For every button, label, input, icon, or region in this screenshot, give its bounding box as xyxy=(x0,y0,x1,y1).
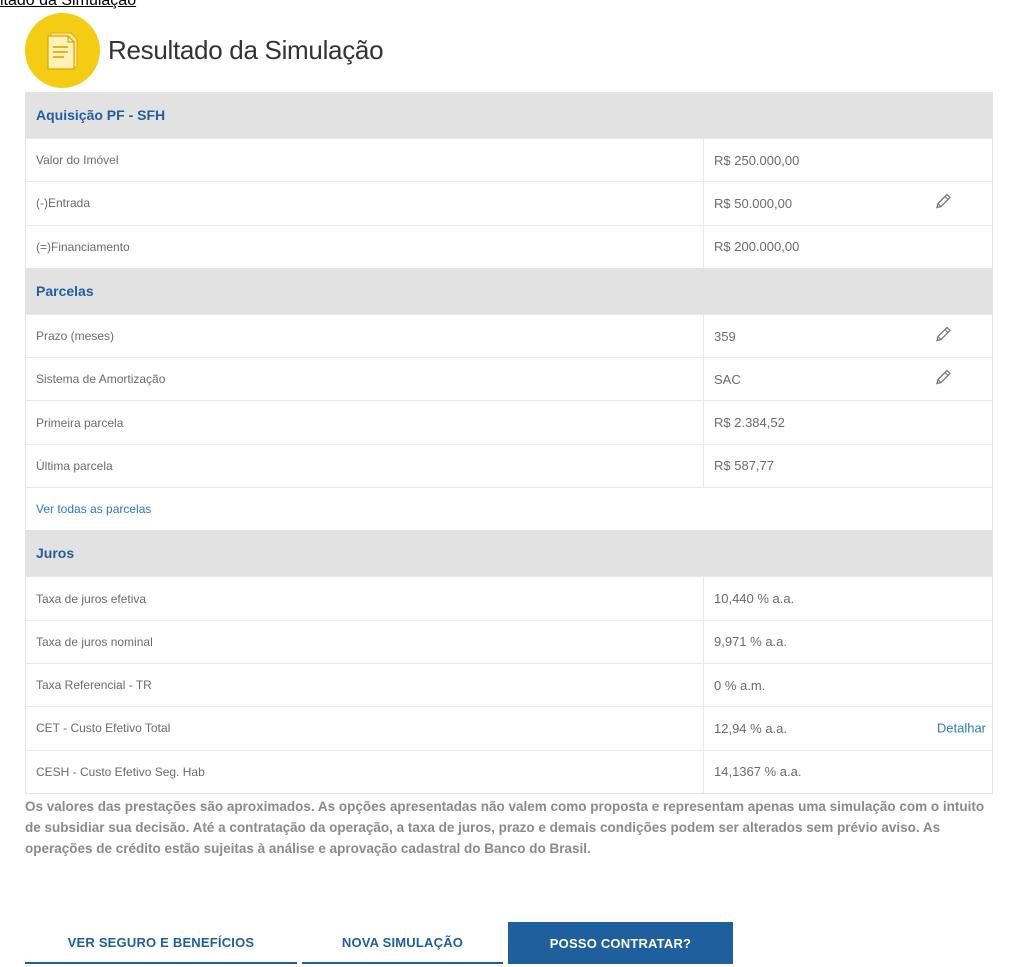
edit-entrada-pencil-icon[interactable] xyxy=(934,193,952,214)
value-text: 10,440 % a.a. xyxy=(714,591,795,607)
ver-seguro-button[interactable]: VER SEGURO E BENEFÍCIOS xyxy=(25,922,297,964)
row-label: Taxa de juros nominal xyxy=(26,620,704,663)
row-value: R$ 50.000,00 xyxy=(704,182,992,224)
row-label: (-)Entrada xyxy=(26,182,704,225)
posso-contratar-button[interactable]: POSSO CONTRATAR? xyxy=(508,922,733,964)
row-value: R$ 2.384,52 xyxy=(704,401,992,443)
ver-parcelas-link[interactable]: Ver todas as parcelas xyxy=(26,487,992,530)
table-row: Taxa de juros nominal 9,971 % a.a. xyxy=(26,619,992,663)
section-header-aquisicao: Aquisição PF - SFH xyxy=(26,92,992,138)
table-row: Primeira parcela R$ 2.384,52 xyxy=(26,400,992,444)
row-label: Valor do Imóvel xyxy=(26,139,704,182)
table-row: Valor do Imóvel R$ 250.000,00 xyxy=(26,138,992,182)
nova-simulacao-button[interactable]: NOVA SIMULAÇÃO xyxy=(302,922,503,964)
value-text: 12,94 % a.a. xyxy=(714,720,787,736)
row-label: Última parcela xyxy=(26,444,704,488)
page-title: Resultado da Simulação xyxy=(108,34,384,65)
row-value: 12,94 % a.a. Detalhar xyxy=(704,707,992,749)
row-value: 9,971 % a.a. xyxy=(704,621,992,663)
value-text: R$ 2.384,52 xyxy=(714,415,785,431)
row-value: 0 % a.m. xyxy=(704,664,992,706)
document-icon xyxy=(25,12,100,88)
table-row: Sistema de Amortização SAC xyxy=(26,357,992,401)
value-text: R$ 50.000,00 xyxy=(714,195,793,211)
value-text: SAC xyxy=(714,371,741,387)
section-header-parcelas: Parcelas xyxy=(26,267,992,314)
table-row: Prazo (meses) 359 xyxy=(26,313,992,358)
page-header: Resultado da Simulação xyxy=(25,12,384,88)
section-header-juros: Juros xyxy=(26,530,992,577)
edit-prazo-pencil-icon[interactable] xyxy=(934,326,952,347)
value-text: R$ 200.000,00 xyxy=(714,239,800,255)
simulation-table: Aquisição PF - SFH Valor do Imóvel R$ 25… xyxy=(25,92,993,794)
row-value: R$ 587,77 xyxy=(704,445,992,487)
table-row: Taxa Referencial - TR 0 % a.m. xyxy=(26,662,992,707)
cropped-top-text: ltado da Simulação xyxy=(0,0,137,9)
row-value: R$ 250.000,00 xyxy=(704,139,992,181)
row-label: (=)Financiamento xyxy=(26,225,704,268)
row-label: CET - Custo Efetivo Total xyxy=(26,707,704,750)
table-row: CESH - Custo Efetivo Seg. Hab 14,1367 % … xyxy=(26,749,992,793)
row-value: SAC xyxy=(704,358,992,400)
value-text: 14,1367 % a.a. xyxy=(714,764,802,780)
value-text: 9,971 % a.a. xyxy=(714,634,787,650)
value-text: 0 % a.m. xyxy=(714,677,766,693)
row-value: 10,440 % a.a. xyxy=(704,577,992,619)
row-label: Taxa de juros efetiva xyxy=(26,577,704,620)
row-label: Taxa Referencial - TR xyxy=(26,663,704,707)
detalhar-link[interactable]: Detalhar xyxy=(937,721,986,736)
row-label: CESH - Custo Efetivo Seg. Hab xyxy=(26,750,704,793)
disclaimer-text: Os valores das prestações são aproximado… xyxy=(25,799,985,856)
row-value: 14,1367 % a.a. xyxy=(704,751,992,793)
row-value: R$ 200.000,00 xyxy=(704,226,992,268)
row-value: 359 xyxy=(704,315,992,357)
table-row: Taxa de juros efetiva 10,440 % a.a. xyxy=(26,576,992,620)
edit-sistema-pencil-icon[interactable] xyxy=(934,369,952,390)
table-row: (-)Entrada R$ 50.000,00 xyxy=(26,181,992,225)
row-label: Sistema de Amortização xyxy=(26,358,704,401)
table-row: (=)Financiamento R$ 200.000,00 xyxy=(26,224,992,268)
value-text: 359 xyxy=(714,328,736,344)
value-text: R$ 250.000,00 xyxy=(714,152,800,168)
value-text: R$ 587,77 xyxy=(714,458,774,474)
table-row: Última parcela R$ 587,77 xyxy=(26,443,992,488)
row-label: Primeira parcela xyxy=(26,401,704,444)
row-label: Prazo (meses) xyxy=(26,314,704,358)
table-row: CET - Custo Efetivo Total 12,94 % a.a. D… xyxy=(26,706,992,750)
